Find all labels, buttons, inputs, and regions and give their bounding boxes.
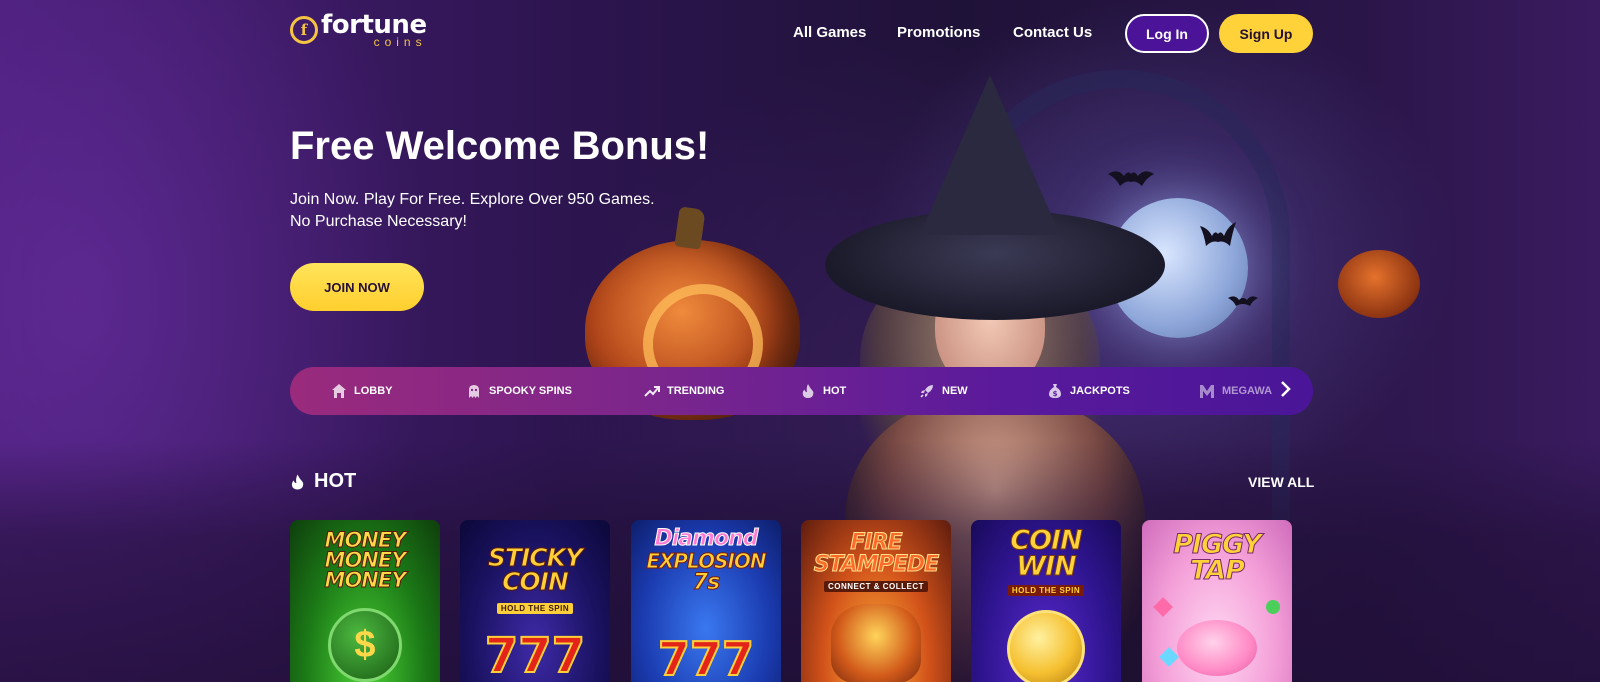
game-subtitle: HOLD THE SPIN [460, 603, 610, 614]
home-icon [330, 382, 348, 400]
game-card-fire-stampede[interactable]: FIRE STAMPEDE CONNECT & COLLECT [801, 520, 951, 682]
category-label: NEW [942, 385, 968, 397]
gold-coin-icon [1007, 610, 1085, 682]
game-title: STICKY COIN [460, 545, 610, 596]
game-subtitle-text: HOLD THE SPIN [1007, 585, 1085, 596]
witch-hat-top [920, 75, 1060, 235]
game-title-line: WIN [1016, 551, 1077, 582]
sevens-icon: 777 [657, 631, 755, 682]
logo-text: fortune coins [321, 12, 427, 48]
buffalo-icon [831, 604, 921, 682]
join-now-button[interactable]: JOIN NOW [290, 263, 424, 311]
flame-icon [290, 473, 305, 491]
game-card-diamond-explosion[interactable]: Diamond EXPLOSION 7s 777 [631, 520, 781, 682]
game-subtitle: CONNECT & COLLECT [801, 581, 951, 592]
game-title-line: 7s [692, 570, 720, 595]
chevron-right-icon [1279, 380, 1291, 403]
trending-icon [643, 382, 661, 400]
category-new[interactable]: NEW [918, 367, 968, 415]
game-title: MONEY MONEY MONEY [290, 528, 440, 592]
gem-icon [1153, 597, 1173, 617]
hero-subtitle: Join Now. Play For Free. Explore Over 95… [290, 189, 655, 233]
game-title: COIN WIN [971, 527, 1121, 582]
game-title-line: EXPLOSION [646, 549, 767, 573]
hero-line-1: Join Now. Play For Free. Explore Over 95… [290, 191, 655, 208]
game-title-line: FIRE [850, 530, 903, 555]
category-next-button[interactable] [1266, 367, 1304, 415]
game-title-line: STAMPEDE [813, 552, 940, 577]
flame-icon [799, 382, 817, 400]
category-bar: LOBBY SPOOKY SPINS TRENDING HOT NEW $ JA… [290, 367, 1313, 415]
game-title-line: MONEY [324, 528, 407, 552]
jack-o-lantern [1338, 250, 1420, 318]
game-card-coin-win[interactable]: COIN WIN HOLD THE SPIN [971, 520, 1121, 682]
hero-background [0, 0, 1600, 682]
game-title: Diamond EXPLOSION 7s [631, 526, 781, 595]
category-label: TRENDING [667, 385, 725, 397]
game-subtitle-text: CONNECT & COLLECT [823, 581, 929, 592]
category-label: MEGAWA [1222, 385, 1273, 397]
game-card-sticky-coin[interactable]: STICKY COIN HOLD THE SPIN 777 [460, 520, 610, 682]
signup-button[interactable]: Sign Up [1219, 14, 1313, 53]
game-title-line: Diamond [654, 526, 759, 551]
category-label: SPOOKY SPINS [489, 385, 572, 397]
category-spooky-spins[interactable]: SPOOKY SPINS [465, 367, 572, 415]
site-header: f fortune coins All Games Promotions Con… [0, 0, 1600, 68]
svg-text:$: $ [1053, 390, 1058, 398]
category-megaways[interactable]: MEGAWA [1198, 367, 1272, 415]
hero-line-2: No Purchase Necessary! [290, 213, 467, 230]
game-title-line: COIN [502, 567, 570, 596]
bottom-shade [0, 440, 1600, 682]
money-bag-icon: $ [1046, 382, 1064, 400]
category-label: JACKPOTS [1070, 385, 1130, 397]
bat-icon [1108, 166, 1154, 192]
piggy-bank-icon [1177, 620, 1257, 676]
game-title: PIGGY TAP [1142, 531, 1292, 586]
game-subtitle: HOLD THE SPIN [971, 585, 1121, 596]
game-title: FIRE STAMPEDE [801, 530, 951, 577]
category-label: LOBBY [354, 385, 393, 397]
nav-promotions[interactable]: Promotions [897, 24, 980, 41]
dollar-bag-icon: $ [328, 608, 402, 682]
view-all-link[interactable]: VIEW ALL [1248, 474, 1314, 490]
megaways-icon [1198, 382, 1216, 400]
category-trending[interactable]: TRENDING [643, 367, 724, 415]
bat-icon [1200, 222, 1236, 252]
category-jackpots[interactable]: $ JACKPOTS [1046, 367, 1130, 415]
section-title: HOT [290, 470, 356, 493]
nav-all-games[interactable]: All Games [793, 24, 866, 41]
brand-logo[interactable]: f fortune coins [290, 12, 427, 48]
sevens-icon: 777 [484, 627, 586, 682]
nav-contact-us[interactable]: Contact Us [1013, 24, 1092, 41]
category-label: HOT [823, 385, 847, 397]
bat-icon [1228, 284, 1258, 310]
gem-icon [1159, 647, 1179, 667]
game-subtitle-text: HOLD THE SPIN [496, 603, 574, 614]
game-title-line: MONEY [324, 548, 407, 572]
category-hot[interactable]: HOT [799, 367, 846, 415]
section-title-label: HOT [314, 470, 357, 492]
game-card-piggy-tap[interactable]: PIGGY TAP [1142, 520, 1292, 682]
login-button[interactable]: Log In [1125, 14, 1209, 53]
game-title-line: TAP [1189, 555, 1245, 586]
clover-icon [1266, 600, 1280, 614]
hero-title: Free Welcome Bonus! [290, 124, 710, 168]
ghost-icon [465, 382, 483, 400]
category-lobby[interactable]: LOBBY [330, 367, 393, 415]
rocket-icon [918, 382, 936, 400]
game-title-line: MONEY [324, 568, 407, 592]
game-card-money-money-money[interactable]: MONEY MONEY MONEY $ [290, 520, 440, 682]
coin-logo-icon: f [290, 16, 318, 44]
